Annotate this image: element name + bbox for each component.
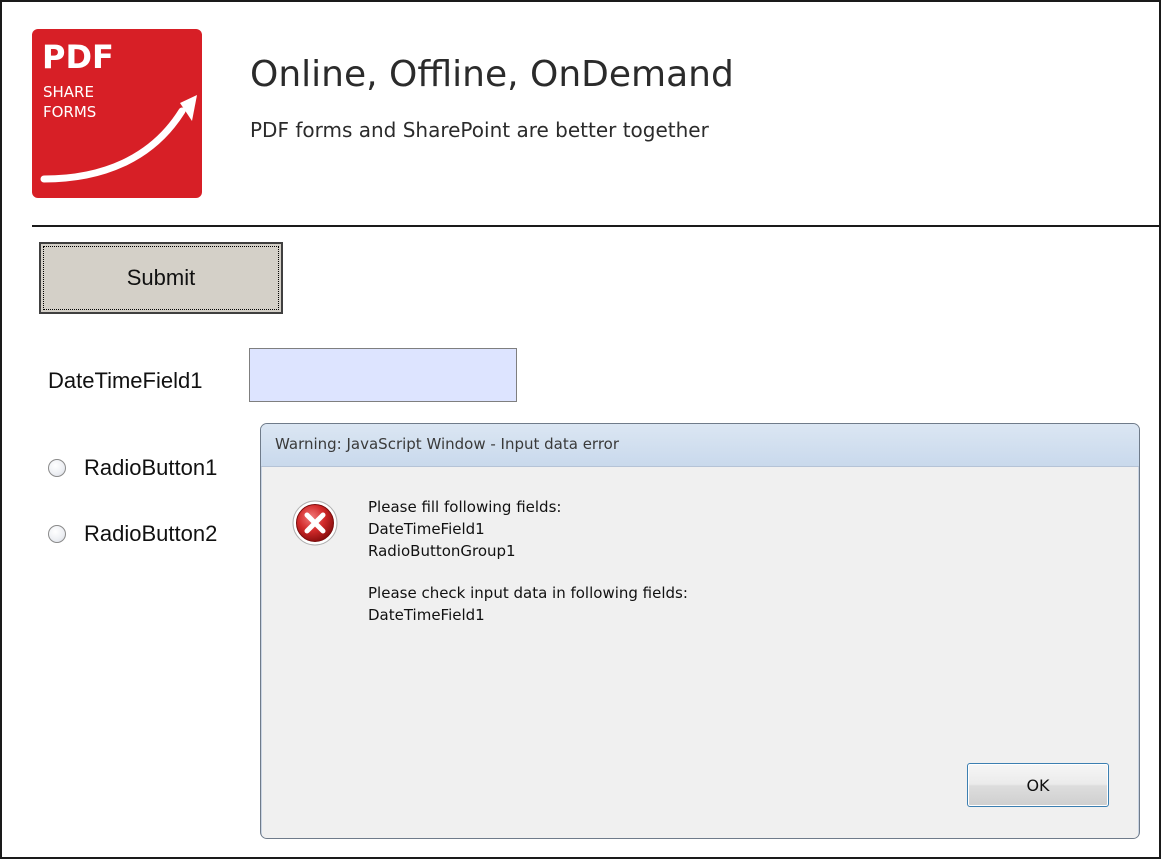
date-time-field-input[interactable]	[249, 348, 517, 402]
radio-button-1[interactable]: RadioButton1	[48, 455, 217, 481]
header-tagline: Online, Offline, OnDemand	[250, 54, 734, 95]
message-line: Please check input data in following fie…	[368, 584, 688, 602]
date-time-field-label: DateTimeField1	[48, 368, 203, 393]
message-line: RadioButtonGroup1	[368, 542, 516, 560]
radio-button-2[interactable]: RadioButton2	[48, 521, 217, 547]
logo-text-share: SHARE	[43, 83, 94, 101]
javascript-warning-dialog: Warning: JavaScript Window - Input data …	[260, 423, 1140, 839]
header-divider	[32, 225, 1159, 227]
pdf-share-forms-logo: PDF SHARE FORMS	[32, 29, 202, 198]
logo-text-pdf: PDF	[42, 38, 114, 76]
message-line: Please fill following fields:	[368, 498, 562, 516]
dialog-title: Warning: JavaScript Window - Input data …	[275, 435, 620, 453]
ok-button[interactable]: OK	[967, 763, 1109, 807]
submit-button[interactable]: Submit	[39, 242, 283, 314]
message-line: DateTimeField1	[368, 520, 485, 538]
error-icon	[292, 500, 338, 546]
message-line: DateTimeField1	[368, 606, 485, 624]
radio-button-2-label: RadioButton2	[84, 521, 218, 546]
radio-circle-icon[interactable]	[48, 459, 66, 477]
radio-circle-icon[interactable]	[48, 525, 66, 543]
radio-button-1-label: RadioButton1	[84, 455, 218, 480]
dialog-body: Please fill following fields: DateTimeFi…	[262, 467, 1138, 838]
logo-text-forms: FORMS	[43, 103, 97, 121]
header-subtagline: PDF forms and SharePoint are better toge…	[250, 118, 709, 142]
dialog-message: Please fill following fields: DateTimeFi…	[368, 496, 688, 626]
dialog-titlebar[interactable]: Warning: JavaScript Window - Input data …	[261, 424, 1139, 467]
